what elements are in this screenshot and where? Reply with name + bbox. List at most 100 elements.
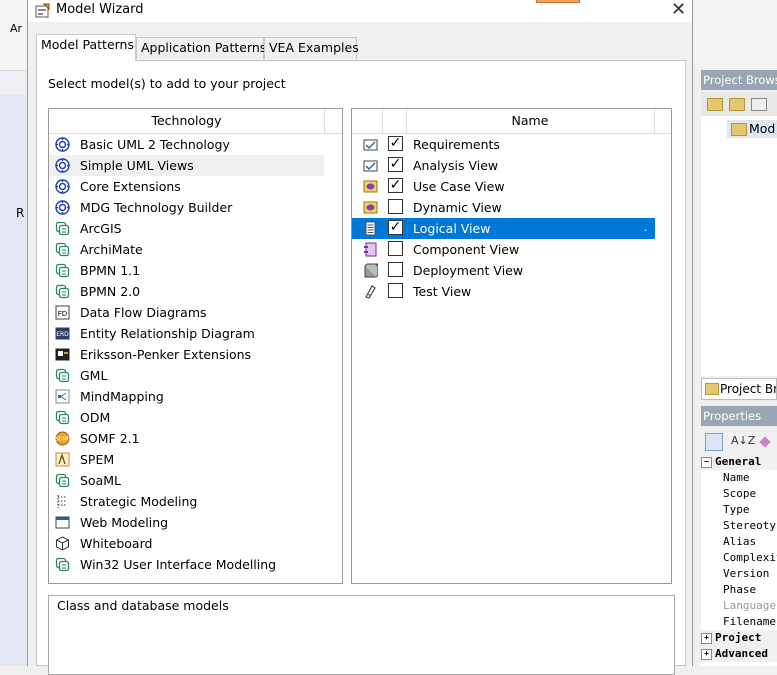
- property-row[interactable]: Name: [701, 470, 777, 486]
- property-category[interactable]: − General: [701, 454, 777, 470]
- pattern-icon: [55, 557, 70, 572]
- property-label: Name: [723, 471, 750, 484]
- model-item-label: Requirements: [413, 137, 500, 152]
- model-checkbox[interactable]: [388, 262, 403, 277]
- technology-item[interactable]: Strategic Modeling: [49, 491, 324, 512]
- right-top-area: [693, 0, 777, 68]
- technology-item[interactable]: BPMN 2.0: [49, 281, 324, 302]
- model-item[interactable]: Deployment View: [352, 260, 655, 281]
- expand-icon[interactable]: +: [701, 648, 712, 660]
- technology-item[interactable]: Whiteboard: [49, 533, 324, 554]
- left-diagram-area: [0, 95, 27, 666]
- logical-icon: [363, 221, 378, 236]
- title-bar: Model Wizard ✕: [28, 0, 692, 22]
- property-row[interactable]: Alias: [701, 534, 777, 550]
- technology-item[interactable]: SPEM: [49, 449, 324, 470]
- property-label: Language: [723, 599, 776, 612]
- property-row[interactable]: Stereotype: [701, 518, 777, 534]
- property-category[interactable]: + Advanced: [701, 646, 777, 662]
- name-column-header[interactable]: Name: [406, 109, 655, 133]
- property-category[interactable]: + Project: [701, 630, 777, 646]
- tree-node-model[interactable]: Mod: [727, 120, 777, 138]
- property-row[interactable]: Language: [701, 598, 777, 614]
- technology-item[interactable]: Simple UML Views: [49, 155, 324, 176]
- property-row[interactable]: Version: [701, 566, 777, 582]
- model-item[interactable]: Dynamic View: [352, 197, 655, 218]
- tab-application-patterns[interactable]: Application Patterns: [136, 37, 266, 59]
- categorized-icon[interactable]: [705, 433, 723, 451]
- model-item-label: Component View: [413, 242, 520, 257]
- technology-item[interactable]: Basic UML 2 Technology: [49, 134, 324, 155]
- property-label: Version: [723, 567, 770, 580]
- new-folder-icon[interactable]: [707, 98, 723, 111]
- model-checkbox[interactable]: ✓: [388, 157, 403, 172]
- technology-item[interactable]: BPMN 1.1: [49, 260, 324, 281]
- model-item[interactable]: ✓ Use Case View: [352, 176, 655, 197]
- diagram-icon[interactable]: [751, 98, 767, 111]
- sort-alpha-icon[interactable]: A↓Z: [731, 434, 755, 447]
- technology-item[interactable]: ArcGIS: [49, 218, 324, 239]
- technology-item[interactable]: SoaML: [49, 470, 324, 491]
- technology-item[interactable]: GML: [49, 365, 324, 386]
- technology-item[interactable]: Win32 User Interface Modelling: [49, 554, 324, 575]
- property-row[interactable]: Filename: [701, 614, 777, 630]
- property-label: Advanced: [715, 647, 768, 660]
- technology-item[interactable]: Core Extensions: [49, 176, 324, 197]
- technology-item[interactable]: ArchiMate: [49, 239, 324, 260]
- uml-gear-icon: [55, 200, 70, 215]
- property-pages-icon[interactable]: [759, 436, 771, 448]
- model-checkbox[interactable]: ✓: [388, 136, 403, 151]
- model-item-label: Test View: [413, 284, 472, 299]
- model-item[interactable]: ✓ Logical View.: [352, 218, 655, 239]
- technology-item-label: ODM: [80, 410, 111, 425]
- property-label: Stereotype: [723, 519, 777, 532]
- expand-icon[interactable]: +: [701, 632, 712, 644]
- technology-item[interactable]: ERD Entity Relationship Diagram: [49, 323, 324, 344]
- property-row[interactable]: Scope: [701, 486, 777, 502]
- check-column-header[interactable]: [382, 109, 407, 133]
- property-row[interactable]: Type: [701, 502, 777, 518]
- model-checkbox[interactable]: ✓: [388, 178, 403, 193]
- model-wizard-dialog: Model Wizard ✕ Model Patterns Applicatio…: [27, 0, 693, 675]
- pattern-icon: [55, 263, 70, 278]
- model-checkbox[interactable]: [388, 283, 403, 298]
- technology-item[interactable]: MindMapping: [49, 386, 324, 407]
- folder-icon[interactable]: [729, 98, 745, 111]
- model-item[interactable]: Component View: [352, 239, 655, 260]
- technology-item[interactable]: Web Modeling: [49, 512, 324, 533]
- property-row[interactable]: Complexity: [701, 550, 777, 566]
- technology-item[interactable]: FD Data Flow Diagrams: [49, 302, 324, 323]
- close-button[interactable]: ✕: [665, 0, 692, 22]
- svg-text:SOMF: SOMF: [55, 437, 69, 443]
- properties-toolbar: A↓Z: [701, 430, 777, 454]
- instruction-text: Select model(s) to add to your project: [48, 76, 286, 91]
- technology-column-header[interactable]: Technology: [49, 109, 325, 133]
- model-checkbox[interactable]: [388, 199, 403, 214]
- technology-item-label: Eriksson-Penker Extensions: [80, 347, 252, 362]
- property-label: Phase: [723, 583, 757, 596]
- technology-item[interactable]: Eriksson-Penker Extensions: [49, 344, 324, 365]
- project-browser-toolbar: [701, 92, 777, 116]
- tab-project-browser[interactable]: Project Bro: [701, 378, 777, 400]
- technology-item[interactable]: SOMF SOMF 2.1: [49, 428, 324, 449]
- icon-column-header[interactable]: [352, 109, 383, 133]
- technology-item-label: SPEM: [80, 452, 115, 467]
- tab-model-patterns[interactable]: Model Patterns: [36, 34, 136, 61]
- technology-item-label: ArchiMate: [80, 242, 143, 257]
- technology-item[interactable]: MDG Technology Builder: [49, 197, 324, 218]
- technology-item[interactable]: ODM: [49, 407, 324, 428]
- collapse-icon[interactable]: −: [701, 456, 712, 468]
- model-item[interactable]: ✓ Analysis View: [352, 155, 655, 176]
- technology-item-label: MDG Technology Builder: [80, 200, 233, 215]
- model-item[interactable]: Test View: [352, 281, 655, 302]
- model-checkbox[interactable]: ✓: [388, 220, 403, 235]
- uml-gear-icon: [55, 158, 70, 173]
- model-item[interactable]: ✓ Requirements: [352, 134, 655, 155]
- mindmap-icon: [55, 389, 70, 404]
- properties-title: Properties: [701, 406, 777, 426]
- property-row[interactable]: Phase: [701, 582, 777, 598]
- technology-item-label: MindMapping: [80, 389, 164, 404]
- model-checkbox[interactable]: [388, 241, 403, 256]
- technology-item-label: Web Modeling: [80, 515, 169, 530]
- tab-vea-examples[interactable]: VEA Examples: [264, 37, 359, 59]
